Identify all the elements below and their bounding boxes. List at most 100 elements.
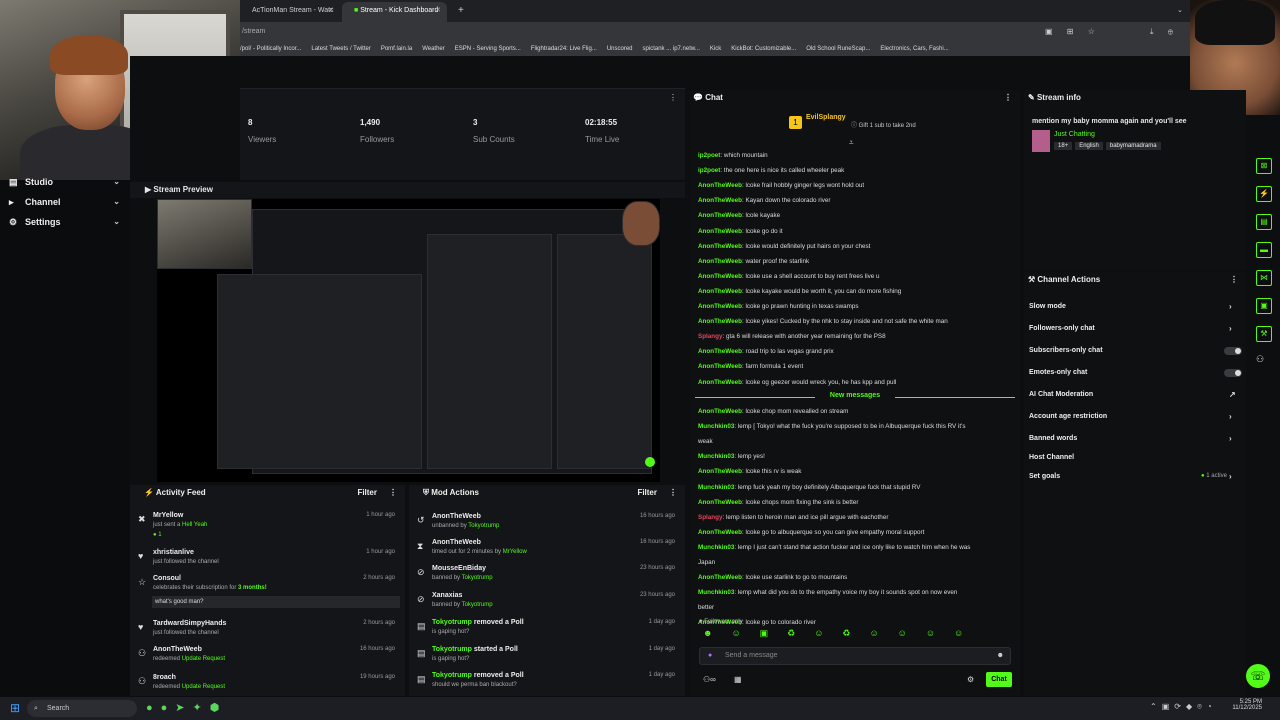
moderator-name[interactable]: MrYellow xyxy=(503,549,527,555)
username[interactable]: AnonTheWeeb xyxy=(432,539,481,546)
new-tab-button[interactable]: + xyxy=(454,2,470,22)
chat-username[interactable]: Munchkin03 xyxy=(698,544,734,551)
bookmark[interactable]: Flightradar24: Live Flig... xyxy=(531,42,597,56)
chat-username[interactable]: AnonTheWeeb xyxy=(698,318,742,325)
chat-username[interactable]: Splangy xyxy=(698,333,723,340)
extension-icons[interactable]: ⤓ ⊕ xyxy=(1150,22,1179,42)
username[interactable]: xhristianlive xyxy=(153,549,194,556)
chat-username[interactable]: AnonTheWeeb xyxy=(698,574,742,581)
emoji-icon[interactable]: ☻ xyxy=(997,648,1004,664)
chat-username[interactable]: Munchkin03 xyxy=(698,589,734,596)
chat-username[interactable]: ip2poet xyxy=(698,152,720,159)
bookmark[interactable]: /pol/ - Politically Incor... xyxy=(240,42,301,56)
rail-button[interactable]: ▣ xyxy=(1256,298,1272,314)
close-icon[interactable]: ✕ xyxy=(328,2,334,20)
username[interactable]: MousseEnBiday xyxy=(432,565,486,572)
chat-username[interactable]: AnonTheWeeb xyxy=(698,468,742,475)
action-ai-moderation[interactable]: AI Chat Moderation ↗ xyxy=(1029,390,1236,399)
chat-username[interactable]: ip2poet xyxy=(698,167,720,174)
toolbar-icons[interactable]: ▣ ⊞ ☆ xyxy=(1045,22,1101,42)
rail-button[interactable]: ⋈ xyxy=(1256,270,1272,286)
action-followers-only[interactable]: Followers-only chat › xyxy=(1029,324,1232,333)
bookmark[interactable]: Weather xyxy=(422,42,445,56)
gear-icon[interactable]: ⚙ xyxy=(967,675,974,684)
rail-button[interactable]: ▤ xyxy=(1256,214,1272,230)
bookmark[interactable]: Kick xyxy=(710,42,721,56)
moderator-name[interactable]: Tokyotrump xyxy=(462,602,493,608)
share-icon[interactable]: ⚇ xyxy=(1256,354,1264,365)
chat-username[interactable]: AnonTheWeeb xyxy=(698,348,742,355)
bookmark[interactable]: Unscored xyxy=(607,42,633,56)
username[interactable]: Consoul xyxy=(153,575,181,582)
taskbar-search[interactable]: ⌕ Search xyxy=(27,700,137,717)
more-icon[interactable]: ⋮ xyxy=(389,485,397,501)
bookmark[interactable]: Old School RuneScap... xyxy=(806,42,870,56)
action-account-age[interactable]: Account age restriction › xyxy=(1029,412,1232,421)
loop-icon[interactable]: ⚇∞ xyxy=(703,675,716,684)
moderator-name[interactable]: Tokyotrump xyxy=(462,575,493,581)
pinned-gift[interactable]: 1 EvilSplangy ⓘ Gift 1 sub to take 2nd ⩡ xyxy=(789,114,1019,147)
filter-button[interactable]: Filter xyxy=(637,485,657,501)
chat-username[interactable]: AnonTheWeeb xyxy=(698,228,742,235)
more-icon[interactable]: ⋮ xyxy=(1230,272,1238,288)
more-icon[interactable]: ⋮ xyxy=(1004,90,1012,106)
chat-username[interactable]: Splangy xyxy=(698,514,723,521)
rail-button[interactable]: ▬ xyxy=(1256,242,1272,258)
tray-icons[interactable]: ⌃▣⟳◆⌾◔ xyxy=(1150,702,1217,712)
chat-username[interactable]: AnonTheWeeb xyxy=(698,408,742,415)
bookmark[interactable]: ESPN - Serving Sports... xyxy=(455,42,521,56)
action-host-channel[interactable]: Host Channel xyxy=(1029,454,1074,461)
nav-channel[interactable]: ▸ Channel ⌄ xyxy=(0,192,130,212)
bookmark[interactable]: spictank ... ip7.netw... xyxy=(643,42,700,56)
more-icon[interactable]: ⋮ xyxy=(669,93,677,102)
nav-studio[interactable]: ▤ Studio ⌄ xyxy=(0,172,130,192)
action-banned-words[interactable]: Banned words › xyxy=(1029,434,1232,443)
chat-username[interactable]: Munchkin03 xyxy=(698,423,734,430)
username[interactable]: TardwardSimpyHands xyxy=(153,620,226,627)
rail-button[interactable]: ⚒ xyxy=(1256,326,1272,342)
chat-username[interactable]: AnonTheWeeb xyxy=(698,212,742,219)
chat-username[interactable]: AnonTheWeeb xyxy=(698,499,742,506)
bookmark[interactable]: Pomf.lain.la xyxy=(381,42,412,56)
chat-username[interactable]: Munchkin03 xyxy=(698,484,734,491)
close-icon[interactable]: ✕ xyxy=(435,2,441,20)
chat-username[interactable]: AnonTheWeeb xyxy=(698,288,742,295)
username[interactable]: 8roach xyxy=(153,674,176,681)
chat-username[interactable]: AnonTheWeeb xyxy=(698,243,742,250)
address-bar[interactable]: /stream ▣ ⊞ ☆ ⤓ ⊕ xyxy=(240,22,1280,42)
chat-username[interactable]: AnonTheWeeb xyxy=(698,363,742,370)
chat-username[interactable]: AnonTheWeeb xyxy=(698,182,742,189)
username[interactable]: Xanaxias xyxy=(432,592,462,599)
stream-preview-video[interactable] xyxy=(157,199,660,482)
chat-username[interactable]: AnonTheWeeb xyxy=(698,258,742,265)
chat-username[interactable]: Munchkin03 xyxy=(698,453,734,460)
browser-tab-active[interactable]: ■ Stream - Kick Dashboard ✕ xyxy=(342,2,447,22)
username[interactable]: Tokyotrump xyxy=(432,619,472,626)
chat-send-button[interactable]: Chat xyxy=(986,672,1012,687)
browser-tab[interactable]: AcTionMan Stream - Watc ✕ xyxy=(240,2,340,22)
username[interactable]: Tokyotrump xyxy=(432,646,472,653)
clock[interactable]: 5:25 PM 11/12/2025 xyxy=(1232,699,1262,711)
chat-username[interactable]: AnonTheWeeb xyxy=(698,273,742,280)
more-icon[interactable]: ⋮ xyxy=(669,485,677,501)
rail-button[interactable]: ⊠ xyxy=(1256,158,1272,174)
chevron-down-icon[interactable]: ⌄ xyxy=(1175,2,1189,22)
bookmark[interactable]: Latest Tweets / Twitter xyxy=(311,42,370,56)
taskbar-apps[interactable]: ●●➤✦⬢ xyxy=(146,701,227,714)
emote-bar[interactable]: ☻☺▣♻☺♻☺☺☺☺ xyxy=(703,628,1013,642)
chat-username[interactable]: AnonTheWeeb xyxy=(698,379,742,386)
windows-start-icon[interactable]: ⊞ xyxy=(10,701,20,715)
chat-username[interactable]: AnonTheWeeb xyxy=(698,303,742,310)
action-set-goals[interactable]: Set goals ● 1 active › xyxy=(1029,472,1232,481)
support-chat-button[interactable]: ☏ xyxy=(1246,664,1270,688)
username[interactable]: MrYellow xyxy=(153,512,183,519)
chat-username[interactable]: AnonTheWeeb xyxy=(698,529,742,536)
moderator-name[interactable]: Tokyotrump xyxy=(468,523,499,529)
username[interactable]: Tokyotrump xyxy=(432,672,472,679)
calendar-icon[interactable]: ▦ xyxy=(734,675,742,684)
chevron-down-icon[interactable]: ⩡ xyxy=(849,138,854,148)
emotes-only-toggle[interactable] xyxy=(1224,369,1242,377)
category-name[interactable]: Just Chatting xyxy=(1054,131,1095,138)
rail-button[interactable]: ⚡ xyxy=(1256,186,1272,202)
username[interactable]: AnonTheWeeb xyxy=(153,646,202,653)
